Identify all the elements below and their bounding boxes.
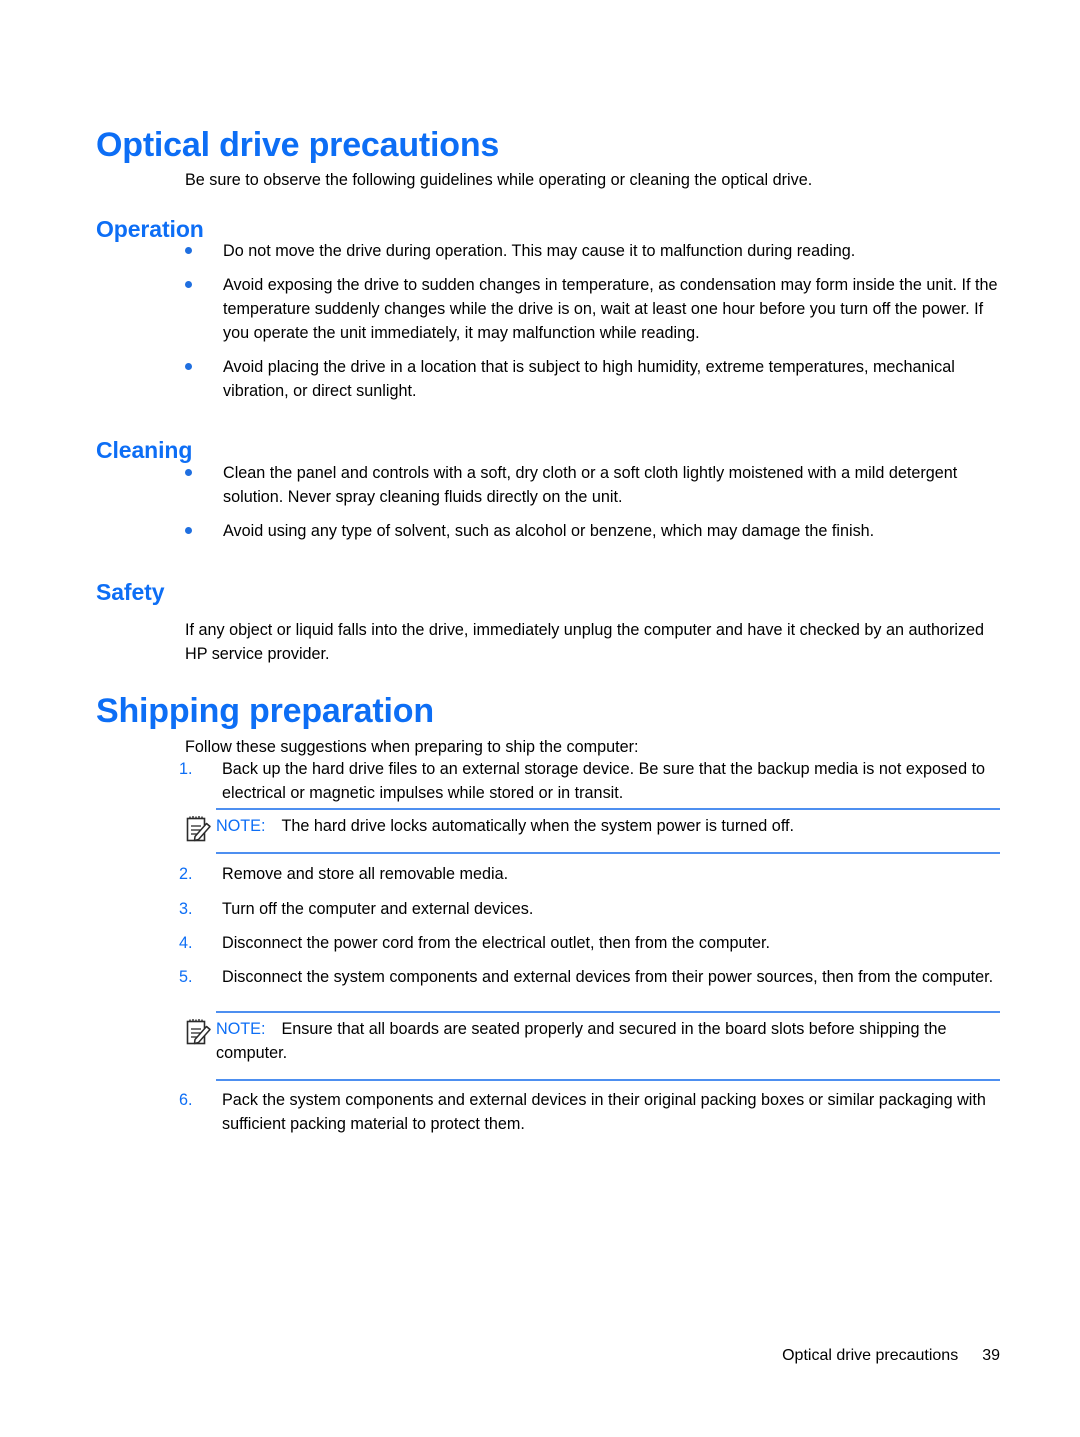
bullet-icon	[185, 281, 192, 288]
heading-cleaning: Cleaning	[96, 437, 193, 464]
list-item-marker: 6.	[179, 1091, 193, 1109]
note-top-rule	[216, 808, 1000, 810]
list-item-text: Avoid exposing the drive to sudden chang…	[223, 276, 998, 342]
list-item-marker: 4.	[179, 934, 193, 952]
list-item: 5. Disconnect the system components and …	[179, 965, 1000, 989]
list-item-text: Clean the panel and controls with a soft…	[223, 464, 958, 506]
list-item-text: Remove and store all removable media.	[222, 865, 509, 883]
note-text: Ensure that all boards are seated proper…	[216, 1020, 947, 1062]
list-item: 4. Disconnect the power cord from the el…	[179, 931, 1000, 955]
list-item-text: Avoid placing the drive in a location th…	[223, 358, 955, 400]
note-body: NOTE: Ensure that all boards are seated p…	[216, 1011, 1000, 1071]
footer-running-title: Optical drive precautions	[782, 1347, 959, 1364]
heading-shipping-preparation: Shipping preparation	[96, 691, 434, 730]
footer-page-number: 39	[982, 1347, 1000, 1364]
list-item-text: Disconnect the system components and ext…	[222, 968, 994, 986]
bullet-icon	[185, 247, 192, 254]
note-label: NOTE:	[216, 817, 266, 835]
list-item: Avoid exposing the drive to sudden chang…	[185, 273, 1000, 345]
note-bottom-rule	[216, 852, 1000, 854]
list-item: 6. Pack the system components and extern…	[179, 1088, 1000, 1136]
note-bottom-rule	[216, 1079, 1000, 1081]
optical-intro-paragraph: Be sure to observe the following guideli…	[185, 171, 813, 190]
shipping-intro-paragraph: Follow these suggestions when preparing …	[185, 738, 639, 757]
list-item-marker: 5.	[179, 968, 193, 986]
safety-paragraph: If any object or liquid falls into the d…	[185, 621, 985, 664]
list-item: Do not move the drive during operation. …	[185, 239, 1000, 263]
list-item: Clean the panel and controls with a soft…	[185, 461, 1000, 509]
list-item: Avoid using any type of solvent, such as…	[185, 519, 1000, 543]
bullet-icon	[185, 363, 192, 370]
list-item: Avoid placing the drive in a location th…	[185, 355, 1000, 403]
list-item-text: Avoid using any type of solvent, such as…	[223, 522, 875, 540]
note-text: The hard drive locks automatically when …	[281, 817, 795, 835]
note-callout: NOTE: The hard drive locks automatically …	[185, 808, 1000, 854]
list-item-text: Disconnect the power cord from the elect…	[222, 934, 770, 952]
list-item-text: Turn off the computer and external devic…	[222, 900, 534, 918]
note-icon	[185, 1018, 212, 1046]
list-item-text: Back up the hard drive files to an exter…	[222, 760, 986, 802]
list-item-text: Do not move the drive during operation. …	[223, 242, 856, 260]
list-item-marker: 3.	[179, 900, 193, 918]
document-page: Optical drive precautions Be sure to obs…	[0, 0, 1080, 1437]
list-item: 3. Turn off the computer and external de…	[179, 897, 1000, 921]
page-title: Optical drive precautions	[96, 125, 500, 164]
list-item-marker: 1.	[179, 760, 193, 778]
note-body: NOTE: The hard drive locks automatically …	[216, 808, 1000, 844]
note-label: NOTE:	[216, 1020, 266, 1038]
note-callout: NOTE: Ensure that all boards are seated p…	[185, 1011, 1000, 1081]
bullet-icon	[185, 527, 192, 534]
note-top-rule	[216, 1011, 1000, 1013]
heading-safety: Safety	[96, 579, 165, 606]
list-item: 1. Back up the hard drive files to an ex…	[179, 757, 1000, 805]
list-item: 2. Remove and store all removable media.	[179, 862, 1000, 886]
bullet-icon	[185, 469, 192, 476]
page-footer: Optical drive precautions 39	[0, 1347, 1000, 1365]
list-item-marker: 2.	[179, 865, 193, 883]
list-item-text: Pack the system components and external …	[222, 1091, 986, 1133]
note-icon	[185, 815, 212, 843]
